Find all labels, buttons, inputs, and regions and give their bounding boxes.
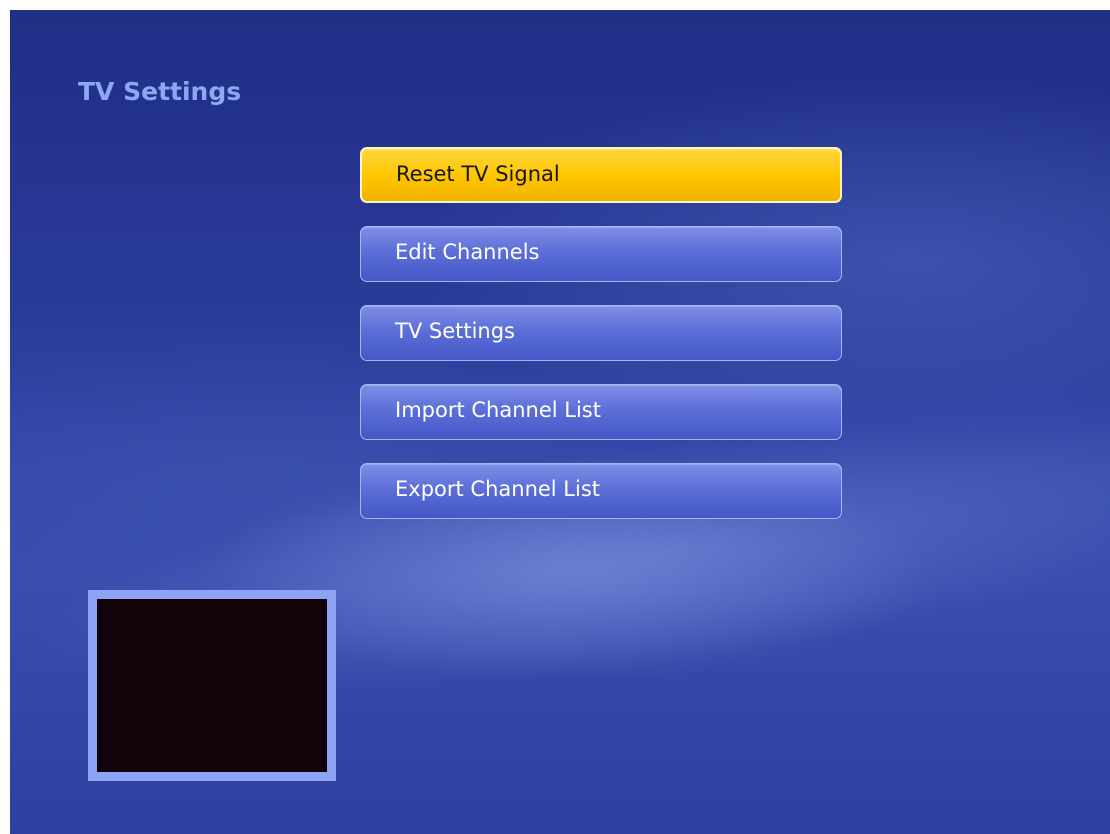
- import-channel-list-button[interactable]: Import Channel List: [360, 384, 842, 440]
- tv-settings-button[interactable]: TV Settings: [360, 305, 842, 361]
- menu-item-label: Import Channel List: [395, 398, 601, 422]
- edit-channels-button[interactable]: Edit Channels: [360, 226, 842, 282]
- menu-item-label: TV Settings: [395, 319, 516, 343]
- export-channel-list-button[interactable]: Export Channel List: [360, 463, 842, 519]
- reset-tv-signal-button[interactable]: Reset TV Signal: [360, 147, 842, 203]
- menu-item-label: Edit Channels: [395, 240, 540, 264]
- menu-item-label: Export Channel List: [395, 477, 601, 501]
- page-title: TV Settings: [78, 77, 242, 106]
- tv-preview-window[interactable]: [88, 590, 336, 781]
- settings-menu: Reset TV Signal Edit Channels TV Setting…: [360, 147, 842, 542]
- media-center-screen: TV Settings Reset TV Signal Edit Channel…: [10, 10, 1110, 834]
- menu-item-label: Reset TV Signal: [396, 162, 560, 186]
